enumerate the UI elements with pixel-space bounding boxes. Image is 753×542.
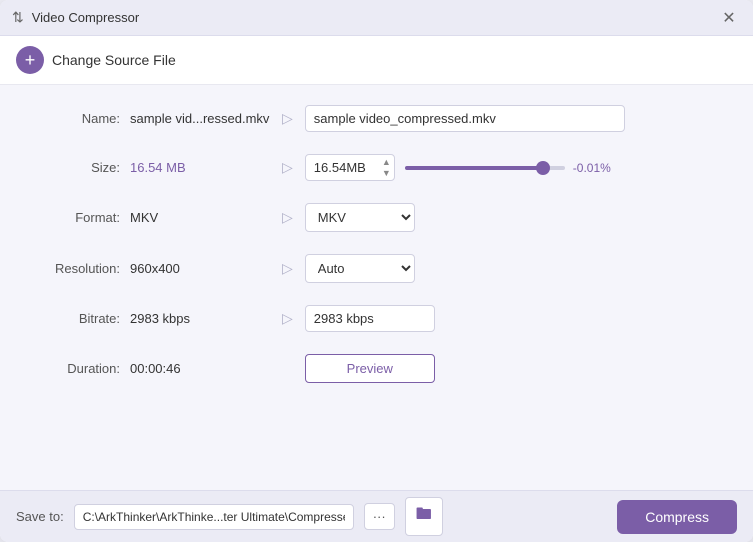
dots-button[interactable]: ···	[364, 503, 395, 530]
video-compressor-icon: ⇅	[12, 9, 24, 26]
window: ⇅ Video Compressor ✕ + Change Source Fil…	[0, 0, 753, 542]
name-row: Name: sample vid...ressed.mkv ▷	[40, 105, 713, 132]
name-arrow-icon: ▷	[282, 110, 293, 127]
main-content: Name: sample vid...ressed.mkv ▷ Size: 16…	[0, 85, 753, 490]
resolution-select[interactable]: Auto 960x400 1280x720 1920x1080	[305, 254, 415, 283]
size-slider-wrap: -0.01%	[405, 161, 613, 175]
size-arrow-icon: ▷	[282, 159, 293, 176]
change-source-label: Change Source File	[52, 52, 176, 68]
name-source-value: sample vid...ressed.mkv	[130, 111, 270, 126]
bitrate-label: Bitrate:	[40, 311, 130, 326]
bitrate-arrow-icon: ▷	[282, 310, 293, 327]
format-label: Format:	[40, 210, 130, 225]
folder-button[interactable]: 🖿	[405, 497, 443, 536]
size-source-value: 16.54 MB	[130, 160, 270, 175]
size-down-button[interactable]: ▼	[380, 168, 393, 179]
change-source-button[interactable]: + Change Source File	[16, 46, 176, 74]
format-source-value: MKV	[130, 210, 270, 225]
duration-row: Duration: 00:00:46 ▷ Preview	[40, 354, 713, 383]
bitrate-source-value: 2983 kbps	[130, 311, 270, 326]
plus-icon: +	[16, 46, 44, 74]
bitrate-row: Bitrate: 2983 kbps ▷	[40, 305, 713, 332]
name-label: Name:	[40, 111, 130, 126]
size-controls: ▲ ▼ -0.01%	[305, 154, 613, 181]
size-input-wrap: ▲ ▼	[305, 154, 395, 181]
footer: Save to: ··· 🖿 Compress	[0, 490, 753, 542]
duration-source-value: 00:00:46	[130, 361, 270, 376]
size-percent-label: -0.01%	[573, 161, 613, 175]
save-to-label: Save to:	[16, 509, 64, 524]
titlebar: ⇅ Video Compressor ✕	[0, 0, 753, 36]
format-arrow-icon: ▷	[282, 209, 293, 226]
size-up-button[interactable]: ▲	[380, 157, 393, 168]
resolution-arrow-icon: ▷	[282, 260, 293, 277]
bitrate-output-input[interactable]	[305, 305, 435, 332]
titlebar-title: Video Compressor	[32, 10, 139, 25]
duration-label: Duration:	[40, 361, 130, 376]
size-label: Size:	[40, 160, 130, 175]
format-select[interactable]: MKV MP4 AVI MOV WMV	[305, 203, 415, 232]
size-slider[interactable]	[405, 166, 565, 170]
titlebar-left: ⇅ Video Compressor	[12, 9, 139, 26]
resolution-source-value: 960x400	[130, 261, 270, 276]
resolution-label: Resolution:	[40, 261, 130, 276]
preview-button[interactable]: Preview	[305, 354, 435, 383]
resolution-row: Resolution: 960x400 ▷ Auto 960x400 1280x…	[40, 254, 713, 283]
compress-button[interactable]: Compress	[617, 500, 737, 534]
name-output-input[interactable]	[305, 105, 625, 132]
size-spinner: ▲ ▼	[380, 157, 393, 179]
save-path-input[interactable]	[74, 504, 354, 530]
format-row: Format: MKV ▷ MKV MP4 AVI MOV WMV	[40, 203, 713, 232]
size-row: Size: 16.54 MB ▷ ▲ ▼ -0.01%	[40, 154, 713, 181]
close-button[interactable]: ✕	[717, 6, 741, 30]
toolbar: + Change Source File	[0, 36, 753, 85]
